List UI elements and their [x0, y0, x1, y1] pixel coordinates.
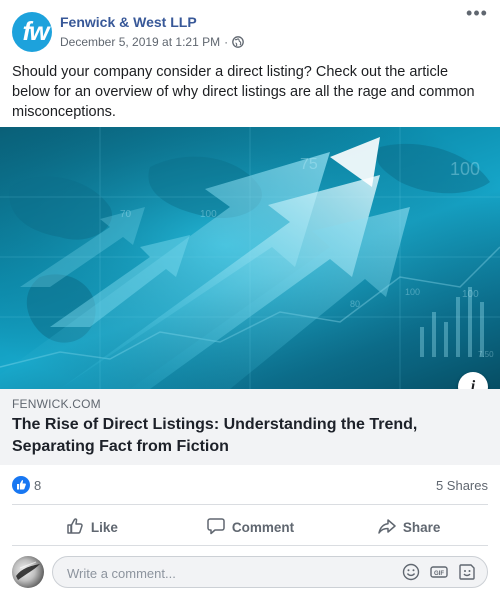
gif-icon[interactable]: GIF — [429, 562, 449, 582]
link-domain: FENWICK.COM — [12, 397, 101, 411]
like-button[interactable]: Like — [12, 510, 171, 544]
image-number: 75 — [300, 156, 318, 173]
share-button[interactable]: Share — [329, 510, 488, 544]
shares-count[interactable]: 5 Shares — [436, 478, 488, 493]
more-options-button[interactable]: ••• — [464, 4, 490, 28]
globe-icon[interactable] — [232, 36, 244, 48]
user-avatar[interactable] — [12, 556, 44, 588]
comment-box: GIF — [52, 556, 488, 589]
image-number: 100 — [200, 209, 217, 220]
action-bar: Like Comment Share — [12, 510, 488, 544]
smiley-icon[interactable] — [401, 562, 421, 582]
meta-separator: · — [224, 35, 229, 49]
image-number: 80 — [350, 299, 360, 309]
post-timestamp[interactable]: December 5, 2019 at 1:21 PM — [60, 35, 220, 49]
image-number: 70 — [120, 209, 132, 220]
reaction-stats: 8 5 Shares — [0, 472, 500, 502]
post-meta: December 5, 2019 at 1:21 PM · — [60, 35, 244, 49]
share-arrow-icon — [377, 516, 397, 539]
divider — [12, 504, 488, 505]
post-header: fw Fenwick & West LLP December 5, 2019 a… — [0, 0, 500, 60]
like-count[interactable]: 8 — [34, 478, 41, 493]
divider — [12, 545, 488, 546]
comment-button[interactable]: Comment — [171, 510, 330, 544]
image-number: 100 — [450, 159, 480, 179]
comment-input[interactable] — [65, 557, 389, 589]
svg-text:GIF: GIF — [434, 571, 444, 577]
rising-arrows-image: 75 100 70 100 100 80 100 7.50 — [0, 127, 500, 389]
page-avatar[interactable]: fw — [12, 12, 52, 52]
link-preview-image[interactable]: 75 100 70 100 100 80 100 7.50 — [0, 127, 500, 389]
comment-tools: GIF — [401, 562, 477, 582]
share-label: Share — [402, 519, 441, 535]
speech-bubble-icon — [206, 516, 226, 539]
post-text: Should your company consider a direct li… — [12, 64, 475, 120]
image-number: 100 — [405, 287, 420, 297]
page-name-link[interactable]: Fenwick & West LLP — [60, 14, 197, 30]
thumbs-up-icon — [65, 516, 85, 539]
link-title[interactable]: The Rise of Direct Listings: Understandi… — [12, 414, 482, 458]
comment-composer: GIF — [0, 554, 500, 592]
image-number: 7.50 — [478, 350, 494, 359]
like-reaction-icon[interactable] — [12, 476, 30, 494]
avatar-logo: fw — [22, 16, 50, 46]
image-number: 100 — [462, 289, 479, 300]
sticker-icon[interactable] — [457, 562, 477, 582]
like-label: Like — [90, 519, 118, 535]
link-preview-caption[interactable]: FENWICK.COM The Rise of Direct Listings:… — [0, 389, 500, 465]
comment-label: Comment — [231, 519, 295, 535]
